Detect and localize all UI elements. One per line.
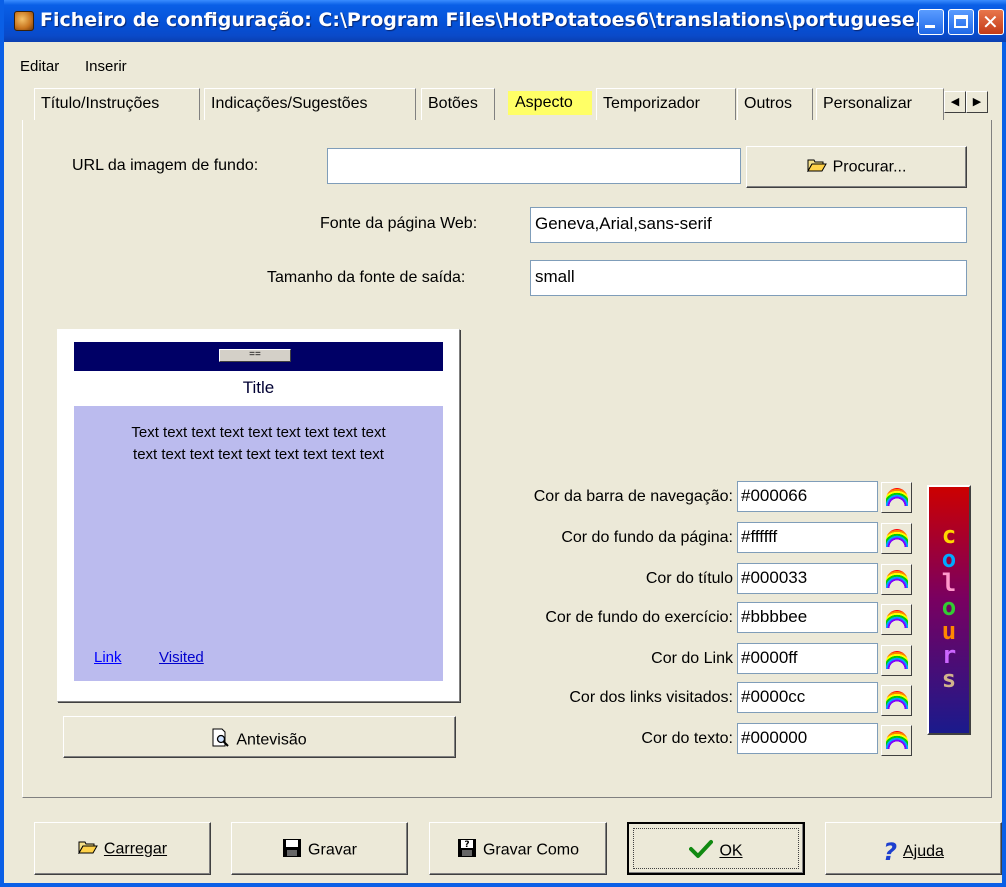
tab-outros[interactable]: Outros	[737, 88, 813, 120]
menu-editar[interactable]: Editar	[20, 58, 59, 75]
maximize-button[interactable]	[948, 9, 974, 35]
rainbow-icon	[886, 610, 908, 628]
tab-scroll-right-button[interactable]: ▶	[966, 91, 988, 113]
tab-personalizar[interactable]: Personalizar	[816, 88, 944, 120]
save-as-button[interactable]: ? Gravar Como	[429, 822, 607, 875]
nav-bar-color-picker[interactable]	[881, 482, 912, 513]
title-color-input[interactable]: #000033	[737, 563, 878, 594]
app-icon	[14, 11, 34, 31]
rainbow-icon	[886, 529, 908, 547]
folder-open-icon	[78, 840, 98, 859]
visited-color-picker[interactable]	[881, 685, 912, 716]
preview-visited-link: Visited	[159, 649, 204, 666]
preview-text-line-2: text text text text text text text text …	[133, 446, 384, 463]
exercise-bg-color-input[interactable]: #bbbbee	[737, 602, 878, 633]
link-color-input[interactable]: #0000ff	[737, 643, 878, 674]
colours-logo-letter-4: o	[941, 593, 957, 621]
title-color-label: Cor do título	[645, 570, 733, 587]
tab-scroll-left-button[interactable]: ◀	[944, 91, 966, 113]
preview-pane: == Title Text text text text text text t…	[57, 329, 460, 702]
browse-button[interactable]: Procurar...	[746, 146, 967, 188]
preview-exercise-area: Text text text text text text text text …	[74, 406, 443, 681]
title-bar[interactable]: Ficheiro de configuração: C:\Program Fil…	[4, 0, 1006, 42]
minimize-button[interactable]	[918, 9, 944, 35]
preview-nav-button: ==	[219, 349, 291, 362]
ok-label: OK	[719, 842, 743, 860]
preview-title: Title	[242, 378, 275, 397]
colours-logo: c o l o u r s	[927, 485, 971, 735]
help-label: Ajuda	[903, 843, 944, 860]
title-color-picker[interactable]	[881, 564, 912, 595]
help-question-icon: ?	[883, 838, 897, 866]
preview-link: Link	[94, 649, 122, 666]
help-button[interactable]: ? Ajuda	[825, 822, 1002, 875]
browse-label: Procurar...	[832, 158, 907, 176]
exercise-bg-color-picker[interactable]	[881, 604, 912, 635]
load-label: Carregar	[103, 840, 168, 858]
config-window: Ficheiro de configuração: C:\Program Fil…	[0, 0, 1006, 887]
background-url-label: URL da imagem de fundo:	[72, 157, 259, 174]
ok-button[interactable]: OK	[627, 822, 805, 875]
colours-logo-letter-6: r	[941, 641, 957, 669]
colours-logo-letter-2: o	[941, 545, 957, 573]
checkmark-icon	[689, 839, 714, 864]
page-bg-color-label: Cor do fundo da página:	[561, 529, 733, 546]
visited-color-label: Cor dos links visitados:	[569, 689, 733, 706]
floppy-disk-icon	[282, 838, 302, 863]
tab-strip: Título/Instruções Indicações/Sugestões B…	[34, 88, 1006, 120]
visited-color-input[interactable]: #0000cc	[737, 682, 878, 713]
folder-open-icon	[806, 158, 827, 177]
save-button[interactable]: Gravar	[231, 822, 408, 875]
font-label: Fonte da página Web:	[320, 215, 478, 232]
rainbow-icon	[886, 651, 908, 669]
tab-botoes[interactable]: Botões	[421, 88, 495, 120]
preview-nav-bar: ==	[74, 342, 443, 371]
colours-logo-letter-5: u	[941, 617, 957, 645]
svg-text:?: ?	[464, 840, 469, 850]
preview-button-label: Antevisão	[236, 731, 307, 749]
rainbow-icon	[886, 691, 908, 709]
link-color-label: Cor do Link	[651, 650, 733, 667]
window-title: Ficheiro de configuração: C:\Program Fil…	[40, 9, 937, 31]
colours-logo-letter-3: l	[941, 569, 957, 597]
close-icon: ✕	[982, 10, 999, 34]
font-input[interactable]: Geneva,Arial,sans-serif	[530, 207, 967, 243]
magnifier-page-icon	[212, 728, 230, 753]
nav-bar-color-label: Cor da barra de navegação:	[533, 488, 733, 505]
close-button[interactable]: ✕	[978, 9, 1004, 35]
rainbow-icon	[886, 731, 908, 749]
menu-inserir[interactable]: Inserir	[85, 58, 127, 75]
font-size-input[interactable]: small	[530, 260, 967, 296]
menu-bar: Editar Inserir	[4, 58, 1002, 80]
tab-indicacoes-sugestoes[interactable]: Indicações/Sugestões	[204, 88, 416, 120]
colours-logo-letter-7: s	[941, 665, 957, 693]
text-color-picker[interactable]	[881, 725, 912, 756]
rainbow-icon	[886, 488, 908, 506]
page-bg-color-input[interactable]: #ffffff	[737, 522, 878, 553]
minimize-icon	[925, 25, 935, 28]
tab-aspecto[interactable]: Aspecto	[508, 91, 592, 115]
save-label: Gravar	[308, 841, 357, 859]
arrow-right-icon: ▶	[972, 96, 982, 108]
preview-text-line-1: Text text text text text text text text …	[131, 424, 386, 441]
exercise-bg-color-label: Cor de fundo do exercício:	[545, 609, 733, 626]
font-size-label: Tamanho da fonte de saída:	[267, 269, 466, 286]
tab-titulo-instrucoes[interactable]: Título/Instruções	[34, 88, 200, 120]
rainbow-icon	[886, 570, 908, 588]
background-url-input[interactable]	[327, 148, 741, 184]
arrow-left-icon: ◀	[950, 96, 960, 108]
floppy-disk-question-icon: ?	[457, 838, 477, 863]
save-as-label: Gravar Como	[482, 841, 580, 859]
link-color-picker[interactable]	[881, 645, 912, 676]
nav-bar-color-input[interactable]: #000066	[737, 481, 878, 512]
load-button[interactable]: Carregar	[34, 822, 211, 875]
tab-temporizador[interactable]: Temporizador	[596, 88, 736, 120]
preview-button[interactable]: Antevisão	[63, 716, 456, 758]
maximize-icon	[954, 15, 968, 28]
page-bg-color-picker[interactable]	[881, 523, 912, 554]
text-color-label: Cor do texto:	[641, 730, 733, 747]
colours-logo-letter-1: c	[941, 521, 957, 549]
preview-text: Text text text text text text text text …	[80, 422, 437, 466]
text-color-input[interactable]: #000000	[737, 723, 878, 754]
